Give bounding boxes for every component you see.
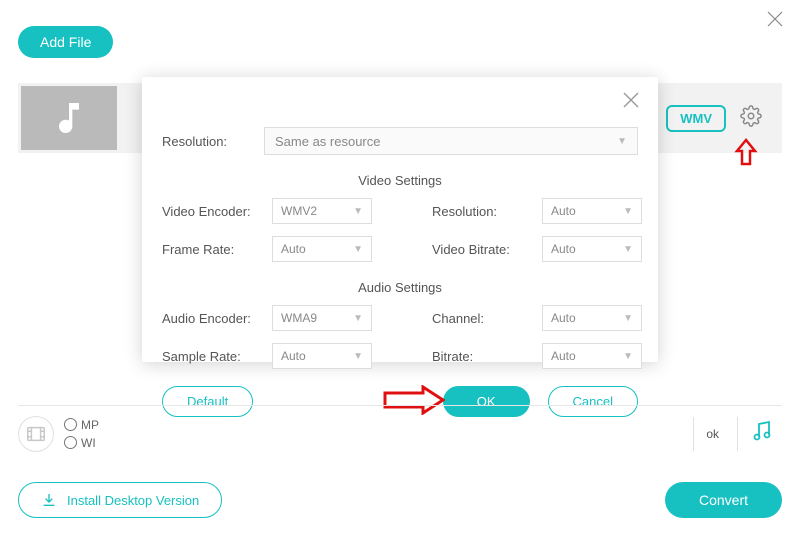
sample-rate-label: Sample Rate: — [162, 349, 272, 364]
video-bitrate-select[interactable]: Auto▼ — [542, 236, 642, 262]
radio-option-1[interactable]: MP — [64, 418, 99, 432]
channel-label: Channel: — [432, 311, 542, 326]
chevron-down-icon: ▼ — [623, 313, 633, 324]
gear-icon[interactable] — [740, 105, 762, 132]
chevron-down-icon: ▼ — [353, 244, 363, 255]
arrow-annotation-gear — [732, 138, 760, 171]
resolution2-select[interactable]: Auto▼ — [542, 198, 642, 224]
bottom-bar: MP WI ok — [18, 405, 782, 451]
resolution-value: Same as resource — [275, 134, 381, 149]
bitrate-select[interactable]: Auto▼ — [542, 343, 642, 369]
download-icon — [41, 492, 57, 508]
audio-settings-title: Audio Settings — [162, 280, 638, 295]
sample-rate-select[interactable]: Auto▼ — [272, 343, 372, 369]
add-file-button[interactable]: Add File — [18, 26, 113, 58]
audio-encoder-select[interactable]: WMA9▼ — [272, 305, 372, 331]
file-thumbnail — [21, 86, 117, 150]
bitrate-label: Bitrate: — [432, 349, 542, 364]
format-badge[interactable]: WMV — [666, 105, 726, 132]
video-bitrate-label: Video Bitrate: — [432, 242, 542, 257]
install-desktop-button[interactable]: Install Desktop Version — [18, 482, 222, 518]
video-format-icon[interactable] — [18, 416, 54, 452]
resolution-select[interactable]: Same as resource ▼ — [264, 127, 638, 155]
convert-button[interactable]: Convert — [665, 482, 782, 518]
video-encoder-label: Video Encoder: — [162, 204, 272, 219]
chevron-down-icon: ▼ — [353, 313, 363, 324]
audio-format-icon[interactable] — [750, 419, 774, 448]
settings-modal: Resolution: Same as resource ▼ Video Set… — [142, 77, 658, 362]
chevron-down-icon: ▼ — [623, 206, 633, 217]
chevron-down-icon: ▼ — [353, 206, 363, 217]
channel-select[interactable]: Auto▼ — [542, 305, 642, 331]
video-encoder-select[interactable]: WMV2▼ — [272, 198, 372, 224]
close-icon[interactable] — [766, 8, 784, 34]
resolution2-label: Resolution: — [432, 204, 542, 219]
video-settings-title: Video Settings — [162, 173, 638, 188]
radio-option-2[interactable]: WI — [64, 436, 99, 450]
chevron-down-icon: ▼ — [623, 351, 633, 362]
bottom-suffix-text: ok — [706, 427, 719, 441]
chevron-down-icon: ▼ — [617, 136, 627, 147]
frame-rate-select[interactable]: Auto▼ — [272, 236, 372, 262]
resolution-label: Resolution: — [162, 134, 264, 149]
chevron-down-icon: ▼ — [353, 351, 363, 362]
frame-rate-label: Frame Rate: — [162, 242, 272, 257]
audio-encoder-label: Audio Encoder: — [162, 311, 272, 326]
chevron-down-icon: ▼ — [623, 244, 633, 255]
modal-close-icon[interactable] — [622, 89, 640, 115]
